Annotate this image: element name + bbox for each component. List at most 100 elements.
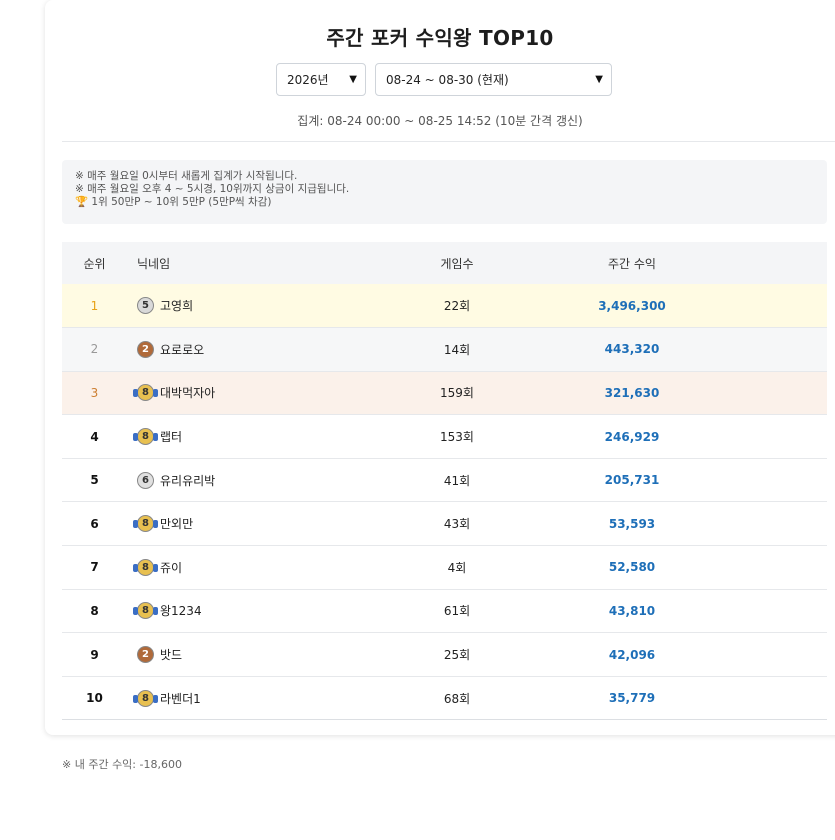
level-badge-icon: 8: [133, 689, 158, 707]
nickname-wrap: 2 요로로오: [137, 340, 382, 358]
nickname-cell[interactable]: 8 대박먹자아: [127, 371, 382, 416]
notice-line-3: 🏆 1위 50만P ~ 10위 5만P (5만P씩 차감): [75, 196, 827, 209]
level-badge-icon: 6: [137, 471, 154, 489]
games-cell: 25회: [382, 632, 532, 677]
spacer-cell: [732, 284, 827, 329]
nickname-text: 왕1234: [160, 604, 202, 619]
spacer-cell: [732, 414, 827, 459]
spacer-cell: [732, 327, 827, 372]
table-row[interactable]: 1 5 고영희 22회 3,496,300: [62, 284, 827, 329]
table-row[interactable]: 6 8 만외만 43회 53,593: [62, 501, 827, 547]
level-badge-icon: 8: [133, 428, 158, 446]
table-row[interactable]: 10 8 라벤더1 68회 35,779: [62, 676, 827, 721]
nickname-cell[interactable]: 8 라벤더1: [127, 676, 382, 721]
nickname-text: 쥬이: [160, 560, 183, 575]
my-weekly-profit: ※ 내 주간 수익: -18,600: [62, 758, 182, 771]
spacer-cell: [732, 589, 827, 634]
table-row[interactable]: 9 2 밧드 25회 42,096: [62, 632, 827, 677]
level-badge-icon: 5: [137, 297, 154, 315]
nickname-text: 만외만: [160, 517, 194, 532]
nickname-wrap: 5 고영희: [137, 297, 382, 315]
nickname-text: 밧드: [160, 648, 183, 663]
table-row[interactable]: 4 8 랩터 153회 246,929: [62, 414, 827, 459]
nickname-wrap: 8 왕1234: [133, 602, 382, 620]
games-cell: 4회: [382, 545, 532, 590]
header-profit: 주간 수익: [608, 256, 656, 271]
nickname-wrap: 8 만외만: [133, 515, 382, 533]
table-row[interactable]: 7 8 쥬이 4회 52,580: [62, 545, 827, 590]
rank-cell: 3: [62, 371, 127, 416]
level-badge-icon: 8: [133, 515, 158, 533]
table-row[interactable]: 5 6 유리유리박 41회 205,731: [62, 458, 827, 503]
rank-cell: 9: [62, 632, 127, 677]
nickname-wrap: 8 대박먹자아: [133, 384, 382, 402]
nickname-cell[interactable]: 2 요로로오: [127, 327, 382, 372]
rank-cell: 1: [62, 284, 127, 329]
notice-line-1: ※ 매주 월요일 0시부터 새롭게 집계가 시작됩니다.: [75, 170, 298, 182]
year-select[interactable]: 2026년 ▼: [276, 63, 366, 96]
spacer-cell: [732, 545, 827, 590]
nickname-wrap: 8 쥬이: [133, 558, 382, 576]
spacer-cell: [732, 458, 827, 503]
divider: [62, 141, 835, 142]
games-cell: 153회: [382, 414, 532, 459]
profit-cell: 3,496,300: [532, 284, 732, 329]
notice-line-3-text: 1위 50만P ~ 10위 5만P (5만P씩 차감): [91, 196, 272, 208]
nickname-text: 고영희: [160, 299, 194, 314]
games-cell: 61회: [382, 589, 532, 634]
profit-cell: 205,731: [532, 458, 732, 503]
nickname-text: 유리유리박: [160, 473, 216, 488]
spacer-cell: [732, 676, 827, 721]
table-row[interactable]: 2 2 요로로오 14회 443,320: [62, 327, 827, 372]
rank-cell: 8: [62, 589, 127, 634]
rank-cell: 10: [62, 676, 127, 721]
chevron-down-icon: ▼: [349, 74, 357, 85]
header-rank: 순위: [83, 256, 106, 271]
profit-cell: 443,320: [532, 327, 732, 372]
profit-cell: 53,593: [532, 501, 732, 547]
nickname-wrap: 8 라벤더1: [133, 689, 382, 707]
header-games: 게임수: [440, 256, 474, 271]
chevron-down-icon: ▼: [595, 74, 603, 85]
table-row[interactable]: 8 8 왕1234 61회 43,810: [62, 589, 827, 634]
rank-cell: 5: [62, 458, 127, 503]
games-cell: 41회: [382, 458, 532, 503]
nickname-text: 대박먹자아: [160, 386, 216, 401]
nickname-cell[interactable]: 6 유리유리박: [127, 458, 382, 503]
week-select-value: 08-24 ~ 08-30 (현재): [386, 73, 509, 87]
nickname-cell[interactable]: 5 고영희: [127, 284, 382, 329]
level-badge-icon: 8: [133, 602, 158, 620]
header-spacer: [732, 242, 827, 284]
nickname-text: 랩터: [160, 430, 183, 445]
games-cell: 68회: [382, 676, 532, 721]
level-badge-icon: 8: [133, 384, 158, 402]
nickname-cell[interactable]: 2 밧드: [127, 632, 382, 677]
games-cell: 43회: [382, 501, 532, 547]
games-cell: 159회: [382, 371, 532, 416]
nickname-cell[interactable]: 8 왕1234: [127, 589, 382, 634]
nickname-cell[interactable]: 8 쥬이: [127, 545, 382, 590]
notice-line-2: ※ 매주 월요일 오후 4 ~ 5시경, 10위까지 상금이 지급됩니다.: [75, 183, 350, 195]
ranking-card: 주간 포커 수익왕 TOP10 2026년 ▼ 08-24 ~ 08-30 (현…: [45, 0, 835, 735]
games-cell: 14회: [382, 327, 532, 372]
trophy-icon: 🏆: [75, 196, 89, 208]
rank-cell: 6: [62, 501, 127, 547]
profit-cell: 321,630: [532, 371, 732, 416]
level-badge-icon: 8: [133, 558, 158, 576]
profit-cell: 52,580: [532, 545, 732, 590]
level-badge-icon: 2: [137, 646, 154, 664]
year-select-value: 2026년: [287, 73, 329, 87]
ranking-table: 순위 닉네임 게임수 주간 수익 1 5 고영희 22회 3,496,300 2…: [62, 242, 827, 721]
nickname-text: 요로로오: [160, 342, 205, 357]
table-row[interactable]: 3 8 대박먹자아 159회 321,630: [62, 371, 827, 416]
table-header-row: 순위 닉네임 게임수 주간 수익: [62, 242, 827, 284]
nickname-wrap: 8 랩터: [133, 428, 382, 446]
profit-cell: 246,929: [532, 414, 732, 459]
nickname-cell[interactable]: 8 만외만: [127, 501, 382, 547]
nickname-text: 라벤더1: [160, 691, 201, 706]
aggregation-period: 집계: 08-24 00:00 ~ 08-25 14:52 (10분 간격 갱신…: [297, 114, 583, 128]
rank-cell: 7: [62, 545, 127, 590]
spacer-cell: [732, 371, 827, 416]
week-select[interactable]: 08-24 ~ 08-30 (현재) ▼: [375, 63, 612, 96]
nickname-cell[interactable]: 8 랩터: [127, 414, 382, 459]
